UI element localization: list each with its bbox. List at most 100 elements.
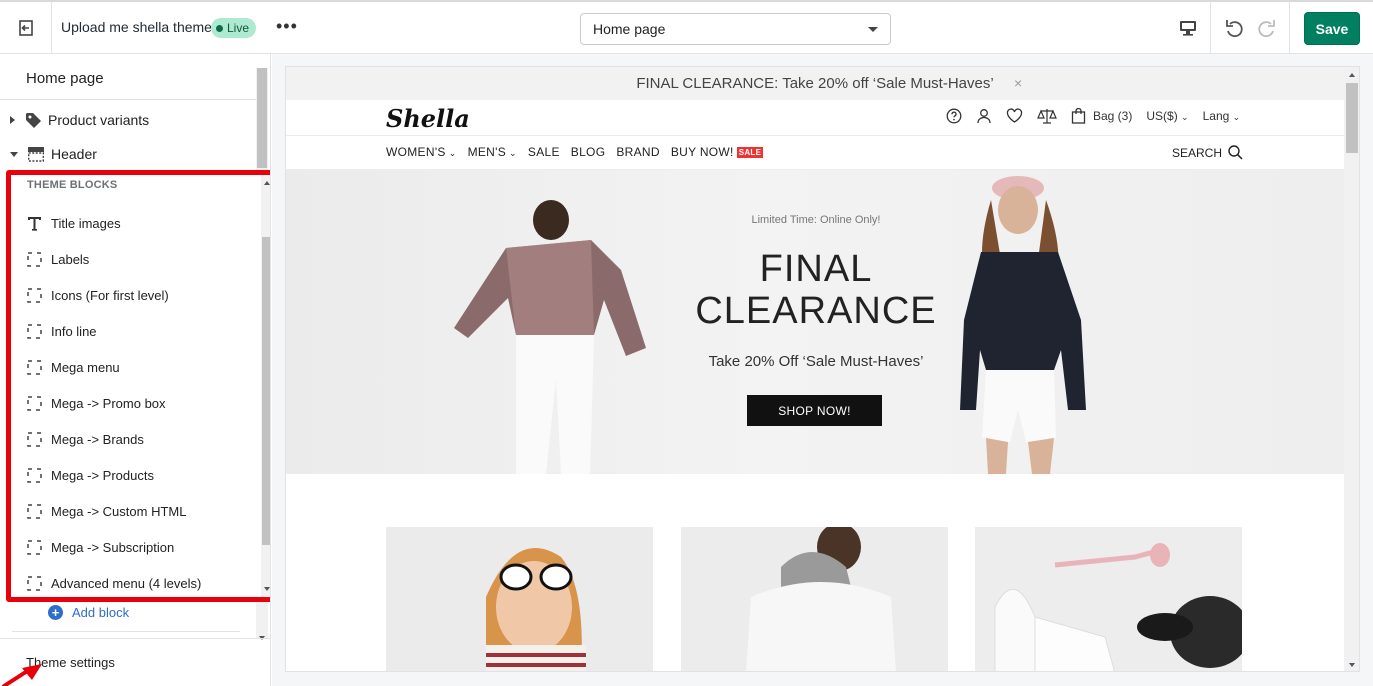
add-block-label: Add block	[72, 605, 130, 620]
block-item[interactable]: Title images	[27, 213, 121, 233]
hero-banner: Limited Time: Online Only! FINAL CLEARANC…	[286, 170, 1344, 474]
header-actions: Bag (3) US($) ⌄ Lang ⌄	[946, 108, 1240, 124]
nav-item-blog[interactable]: BLOG	[571, 145, 606, 159]
redo-icon[interactable]	[1257, 18, 1277, 38]
product-image	[975, 527, 1242, 671]
chevron-down-icon: ⌄	[448, 148, 457, 158]
nav-label: BUY NOW!	[670, 145, 734, 159]
theme-blocks-panel: THEME BLOCKS Title images Labels Icons (…	[6, 170, 270, 602]
product-tile[interactable]	[386, 527, 653, 671]
save-button[interactable]: Save	[1304, 12, 1360, 45]
add-block-button[interactable]: + Add block	[48, 605, 129, 620]
product-tile[interactable]	[681, 527, 948, 671]
nav-item-sale[interactable]: SALE	[528, 145, 560, 159]
language-selector[interactable]: Lang ⌄	[1203, 109, 1241, 123]
block-item-label: Title images	[51, 215, 121, 231]
bag-link[interactable]: Bag (3)	[1071, 108, 1132, 124]
nav-item-mens[interactable]: MEN'S ⌄	[468, 145, 517, 159]
announcement-bar: FINAL CLEARANCE: Take 20% off ‘Sale Must…	[286, 67, 1344, 100]
nav-item-womens[interactable]: WOMEN'S ⌄	[386, 145, 457, 159]
product-image	[386, 527, 653, 671]
block-item-label: Mega -> Brands	[51, 431, 144, 447]
live-label: Live	[227, 21, 250, 35]
block-item-label: Icons (For first level)	[51, 287, 169, 303]
preview-scrollbar[interactable]	[1344, 67, 1359, 671]
sidebar-item-product-variants[interactable]: Product variants	[10, 110, 149, 130]
hero-model-right-image	[960, 176, 1086, 474]
sidebar-divider	[0, 638, 270, 639]
block-item[interactable]: Labels	[27, 249, 89, 269]
nav-item-brand[interactable]: BRAND	[616, 145, 660, 159]
scrollbar-thumb[interactable]	[257, 68, 267, 168]
scrollbar-thumb[interactable]	[262, 237, 270, 545]
exit-editor-button[interactable]	[0, 2, 52, 54]
currency-label: US($)	[1146, 109, 1178, 123]
sidebar-item-header[interactable]: Header	[10, 144, 97, 164]
hero-title-line1: FINAL	[759, 248, 873, 290]
scroll-up-icon[interactable]	[264, 181, 270, 185]
theme-blocks-heading: THEME BLOCKS	[27, 179, 118, 191]
search-link[interactable]: SEARCH	[1172, 145, 1243, 160]
blocks-scrollbar[interactable]	[261, 175, 270, 597]
history-controls	[1210, 2, 1290, 54]
page-selector-value: Home page	[593, 21, 666, 37]
page-selector[interactable]: Home page	[580, 13, 891, 45]
more-actions-button[interactable]: •••	[276, 16, 298, 36]
nav-item-buy-now[interactable]: BUY NOW! SALE	[670, 145, 764, 159]
block-item[interactable]: Info line	[27, 321, 97, 341]
annotation-arrow-icon	[2, 664, 42, 686]
sidebar-title: Home page	[26, 70, 104, 87]
scroll-down-icon[interactable]	[264, 587, 270, 591]
scroll-down-icon[interactable]	[1349, 663, 1355, 667]
bag-icon	[1071, 108, 1086, 124]
expand-arrow-icon[interactable]	[10, 116, 15, 124]
block-item[interactable]: Mega -> Products	[27, 465, 154, 485]
hero-subtitle: Take 20% Off ‘Sale Must-Haves’	[708, 353, 924, 370]
live-dot-icon	[216, 24, 223, 32]
product-tile[interactable]	[975, 527, 1242, 671]
scroll-up-icon[interactable]	[1349, 73, 1355, 77]
block-item-label: Info line	[51, 323, 97, 339]
currency-selector[interactable]: US($) ⌄	[1146, 109, 1188, 123]
block-icon	[27, 431, 42, 447]
block-item[interactable]: Advanced menu (4 levels)	[27, 573, 201, 593]
block-item-label: Advanced menu (4 levels)	[51, 575, 202, 591]
undo-icon[interactable]	[1224, 18, 1244, 38]
block-item[interactable]: Icons (For first level)	[27, 285, 169, 305]
compare-icon[interactable]	[1037, 108, 1057, 124]
search-label: SEARCH	[1172, 145, 1223, 160]
bag-label: Bag (3)	[1093, 109, 1133, 123]
announcement-text: FINAL CLEARANCE: Take 20% off ‘Sale Must…	[636, 75, 994, 92]
scrollbar-thumb[interactable]	[1346, 83, 1358, 153]
hero-model-left-image	[454, 200, 646, 474]
close-icon[interactable]: ×	[1014, 75, 1022, 91]
help-icon[interactable]	[946, 108, 962, 124]
block-item[interactable]: Mega menu	[27, 357, 120, 377]
block-item[interactable]: Mega -> Promo box	[27, 393, 166, 413]
theme-name: Upload me shella theme	[61, 19, 212, 35]
hero-eyebrow: Limited Time: Online Only!	[751, 214, 881, 226]
sidebar-item-label: Product variants	[48, 112, 150, 128]
editor-sidebar: Home page Product variants Header THEME …	[0, 54, 271, 686]
store-logo[interactable]: Shella	[386, 104, 470, 133]
live-badge: Live	[211, 18, 257, 38]
collapse-arrow-icon[interactable]	[10, 151, 18, 157]
hero-title: FINAL CLEARANCE	[666, 248, 966, 332]
desktop-preview-button[interactable]	[1168, 2, 1208, 54]
nav-label: MEN'S	[467, 145, 507, 159]
editor-topbar: Upload me shella theme Live ••• Home pag…	[0, 0, 1373, 54]
block-icon	[27, 287, 42, 303]
shop-now-button[interactable]: SHOP NOW!	[747, 395, 882, 426]
block-item[interactable]: Mega -> Custom HTML	[27, 501, 186, 521]
nav-label: WOMEN'S	[386, 145, 446, 159]
block-icon	[27, 359, 42, 375]
block-icon	[27, 503, 42, 519]
block-item[interactable]: Mega -> Brands	[27, 429, 144, 449]
plus-circle-icon: +	[48, 605, 63, 620]
sidebar-item-label: Header	[51, 146, 97, 162]
block-item[interactable]: Mega -> Subscription	[27, 537, 174, 557]
heart-icon[interactable]	[1006, 108, 1023, 124]
sidebar-divider	[12, 631, 240, 632]
hero-content: Limited Time: Online Only! FINAL CLEARANC…	[666, 170, 966, 474]
user-icon[interactable]	[976, 108, 992, 124]
